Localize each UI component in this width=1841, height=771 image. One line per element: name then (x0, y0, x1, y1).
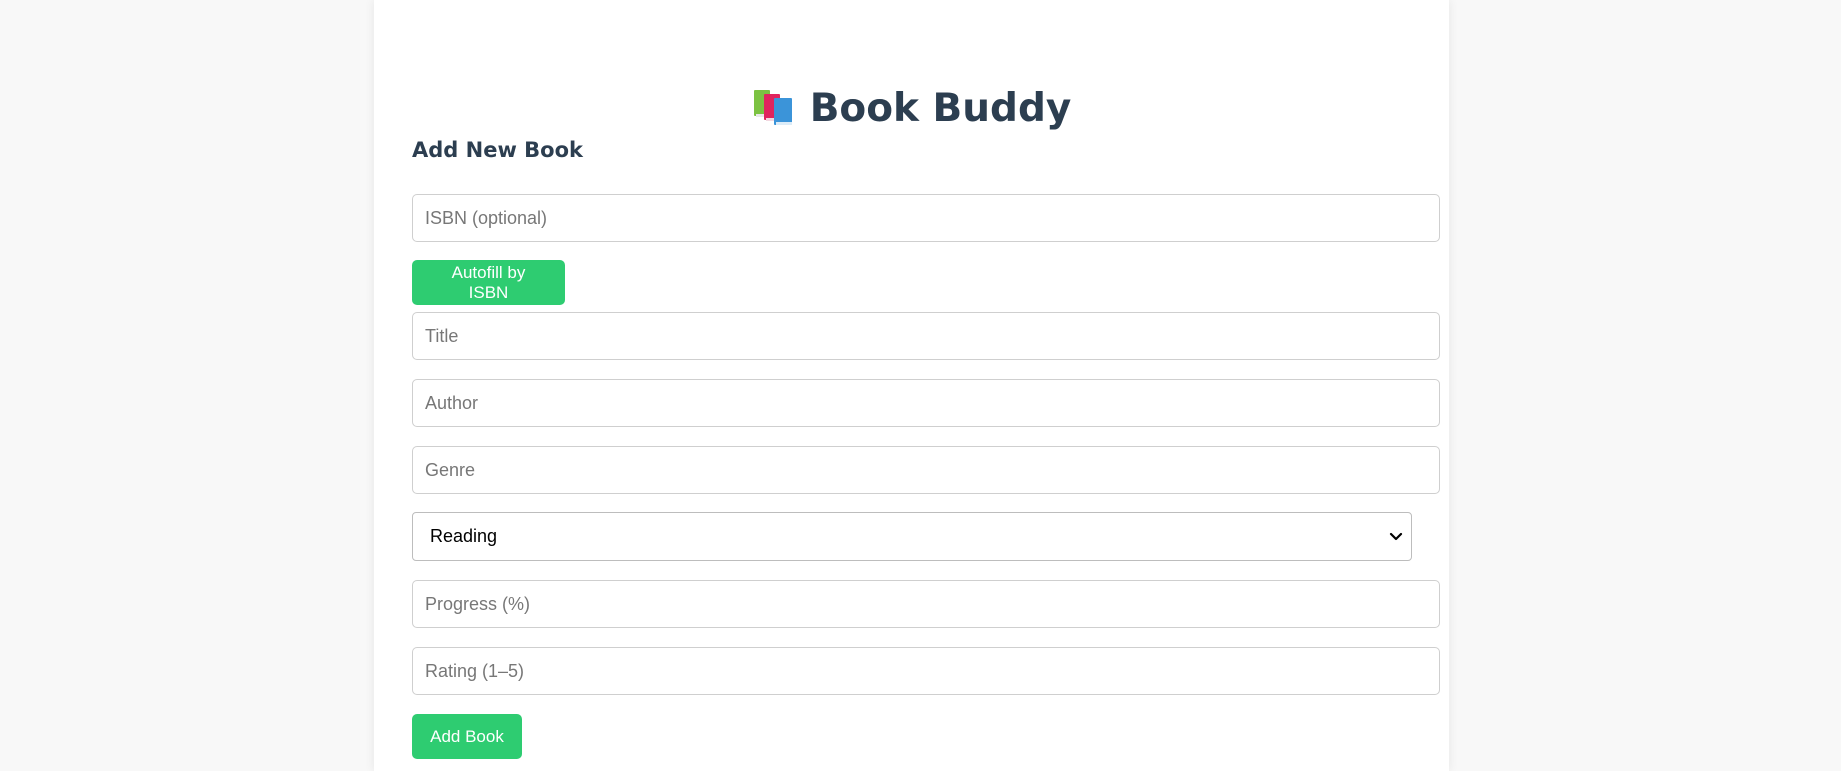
genre-input[interactable] (412, 446, 1440, 494)
author-input[interactable] (412, 379, 1440, 427)
app-title-text: Book Buddy (809, 85, 1072, 131)
add-book-button[interactable]: Add Book (412, 714, 522, 759)
books-icon (753, 90, 792, 126)
main-card: Book Buddy Add New Book Autofill by ISBN… (374, 0, 1449, 771)
status-select[interactable]: Reading (412, 512, 1412, 561)
rating-input[interactable] (412, 647, 1440, 695)
app-title: Book Buddy (374, 82, 1449, 134)
progress-input[interactable] (412, 580, 1440, 628)
status-select-value: Reading (430, 526, 498, 546)
add-book-heading: Add New Book (412, 138, 583, 162)
autofill-button[interactable]: Autofill by ISBN (412, 260, 565, 305)
title-input[interactable] (412, 312, 1440, 360)
chevron-down-icon (1389, 532, 1403, 540)
isbn-input[interactable] (412, 194, 1440, 242)
